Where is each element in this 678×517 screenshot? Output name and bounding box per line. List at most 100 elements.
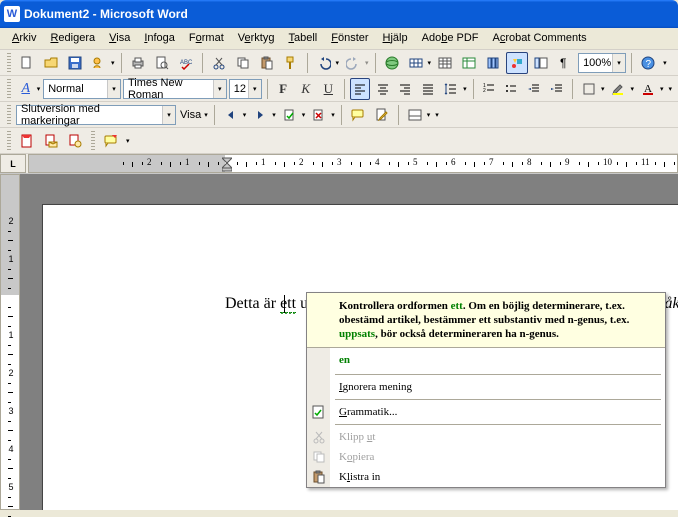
convert-to-pdf-button[interactable] <box>16 130 38 152</box>
next-change-button[interactable] <box>249 104 271 126</box>
tab-selector[interactable]: L <box>0 154 26 173</box>
font-size-combo[interactable]: 12 ▾ <box>229 79 262 99</box>
tables-borders-button[interactable] <box>405 52 427 74</box>
columns-button[interactable] <box>482 52 504 74</box>
copy-button[interactable] <box>232 52 254 74</box>
menu-item-label: Grammatik... <box>339 406 397 418</box>
redo-button[interactable] <box>342 52 364 74</box>
chevron-down-icon[interactable]: ▾ <box>162 106 175 124</box>
convert-to-pdf-email-button[interactable] <box>40 130 62 152</box>
bulleted-list-button[interactable] <box>501 78 522 100</box>
menu-hjalp[interactable]: Hjälp <box>377 30 414 47</box>
window-title: Dokument2 - Microsoft Word <box>24 7 188 21</box>
menu-redigera[interactable]: Redigera <box>44 30 101 47</box>
text-run: Detta är <box>225 295 280 312</box>
borders-button[interactable] <box>578 78 600 100</box>
toolbar-grip[interactable] <box>91 131 95 151</box>
align-center-button[interactable] <box>372 78 393 100</box>
bold-button[interactable]: F <box>273 78 294 100</box>
chevron-down-icon[interactable]: ▾ <box>612 54 625 72</box>
svg-text:2: 2 <box>483 88 486 94</box>
print-preview-button[interactable] <box>151 52 173 74</box>
hyperlink-button[interactable] <box>381 52 403 74</box>
italic-button[interactable]: K <box>295 78 316 100</box>
paste-button[interactable] <box>256 52 278 74</box>
convert-to-pdf-review-button[interactable] <box>64 130 86 152</box>
font-combo[interactable]: Times New Roman ▾ <box>123 79 227 99</box>
toolbar-grip[interactable] <box>7 131 11 151</box>
acrobat-comments-button[interactable] <box>100 130 122 152</box>
highlight-button[interactable] <box>607 78 629 100</box>
permission-button[interactable] <box>88 52 110 74</box>
menu-item-label: Kopiera <box>339 451 374 463</box>
window-titlebar: W Dokument2 - Microsoft Word <box>0 0 678 28</box>
undo-button[interactable] <box>313 52 335 74</box>
menu-visa[interactable]: Visa <box>103 30 136 47</box>
review-display-combo[interactable]: Slutversion med markeringar ▾ <box>16 105 176 125</box>
format-painter-button[interactable] <box>280 52 302 74</box>
new-comment-button[interactable] <box>347 104 369 126</box>
chevron-down-icon[interactable]: ▾ <box>248 80 261 98</box>
ignore-sentence-item[interactable]: Ignorera mening <box>307 377 665 397</box>
prev-change-button[interactable] <box>220 104 242 126</box>
grammar-error-word[interactable]: ett <box>280 295 296 313</box>
style-combo[interactable]: Normal ▾ <box>43 79 121 99</box>
menu-tabell[interactable]: Tabell <box>282 30 323 47</box>
chevron-down-icon[interactable]: ▾ <box>107 80 120 98</box>
decrease-indent-button[interactable] <box>524 78 545 100</box>
chevron-down-icon[interactable]: ▾ <box>213 80 226 98</box>
new-doc-button[interactable] <box>16 52 38 74</box>
show-menu-label[interactable]: Visa <box>178 109 203 121</box>
toolbar-grip[interactable] <box>7 53 11 73</box>
line-spacing-button[interactable] <box>440 78 462 100</box>
menu-infoga[interactable]: Infoga <box>138 30 181 47</box>
menu-adobe-pdf[interactable]: Adobe PDF <box>416 30 485 47</box>
menu-separator <box>335 374 661 375</box>
zoom-value: 100% <box>583 57 611 69</box>
menu-item-label: Klipp ut <box>339 431 375 443</box>
justify-button[interactable] <box>417 78 438 100</box>
increase-indent-button[interactable] <box>546 78 567 100</box>
zoom-combo[interactable]: 100% ▾ <box>578 53 626 73</box>
reviewing-toolbar: Slutversion med markeringar ▾ Visa ▾ ▾ ▾… <box>0 102 678 128</box>
align-right-button[interactable] <box>395 78 416 100</box>
menu-arkiv[interactable]: Arkiv <box>6 30 42 47</box>
menu-item-label: Klistra in <box>339 471 380 483</box>
drawing-toolbar-button[interactable] <box>506 52 528 74</box>
grammar-suggestion-item[interactable]: en <box>307 348 665 372</box>
open-button[interactable] <box>40 52 62 74</box>
cut-button[interactable] <box>208 52 230 74</box>
grammar-suggestion-text: en <box>339 354 350 366</box>
toolbar-grip[interactable] <box>7 105 11 125</box>
spellcheck-button[interactable]: ABC <box>175 52 197 74</box>
underline-button[interactable]: U <box>318 78 339 100</box>
numbered-list-button[interactable]: 12 <box>479 78 500 100</box>
toolbar-grip[interactable] <box>7 79 11 99</box>
menu-format[interactable]: Format <box>183 30 230 47</box>
standard-toolbar: ▾ ABC ▾ ▾ ▾ ¶ 100% ▾ ? ▾ <box>0 50 678 76</box>
track-changes-button[interactable] <box>371 104 393 126</box>
insert-table-button[interactable] <box>434 52 456 74</box>
font-color-button[interactable]: A <box>637 78 659 100</box>
reject-change-button[interactable] <box>308 104 330 126</box>
menu-verktyg[interactable]: Verktyg <box>232 30 281 47</box>
menu-fonster[interactable]: Fönster <box>325 30 374 47</box>
print-button[interactable] <box>127 52 149 74</box>
accept-change-button[interactable] <box>279 104 301 126</box>
menu-acrobat-comments[interactable]: Acrobat Comments <box>487 30 593 47</box>
reviewing-pane-button[interactable] <box>404 104 426 126</box>
insert-worksheet-button[interactable] <box>458 52 480 74</box>
grammar-dialog-item[interactable]: Grammatik... <box>307 402 665 422</box>
review-display-value: Slutversion med markeringar <box>21 103 161 127</box>
copy-item: Kopiera <box>307 447 665 467</box>
show-formatting-button[interactable]: ¶ <box>554 52 576 74</box>
align-left-button[interactable] <box>350 78 371 100</box>
paste-item[interactable]: Klistra in <box>307 467 665 487</box>
horizontal-ruler[interactable]: 21123456789101112 <box>28 154 678 173</box>
style-indicator[interactable]: A <box>16 78 36 100</box>
save-button[interactable] <box>64 52 86 74</box>
help-button[interactable]: ? <box>637 52 659 74</box>
doc-map-button[interactable] <box>530 52 552 74</box>
vertical-ruler[interactable]: 2112345 <box>0 174 20 510</box>
menu-separator <box>335 424 661 425</box>
